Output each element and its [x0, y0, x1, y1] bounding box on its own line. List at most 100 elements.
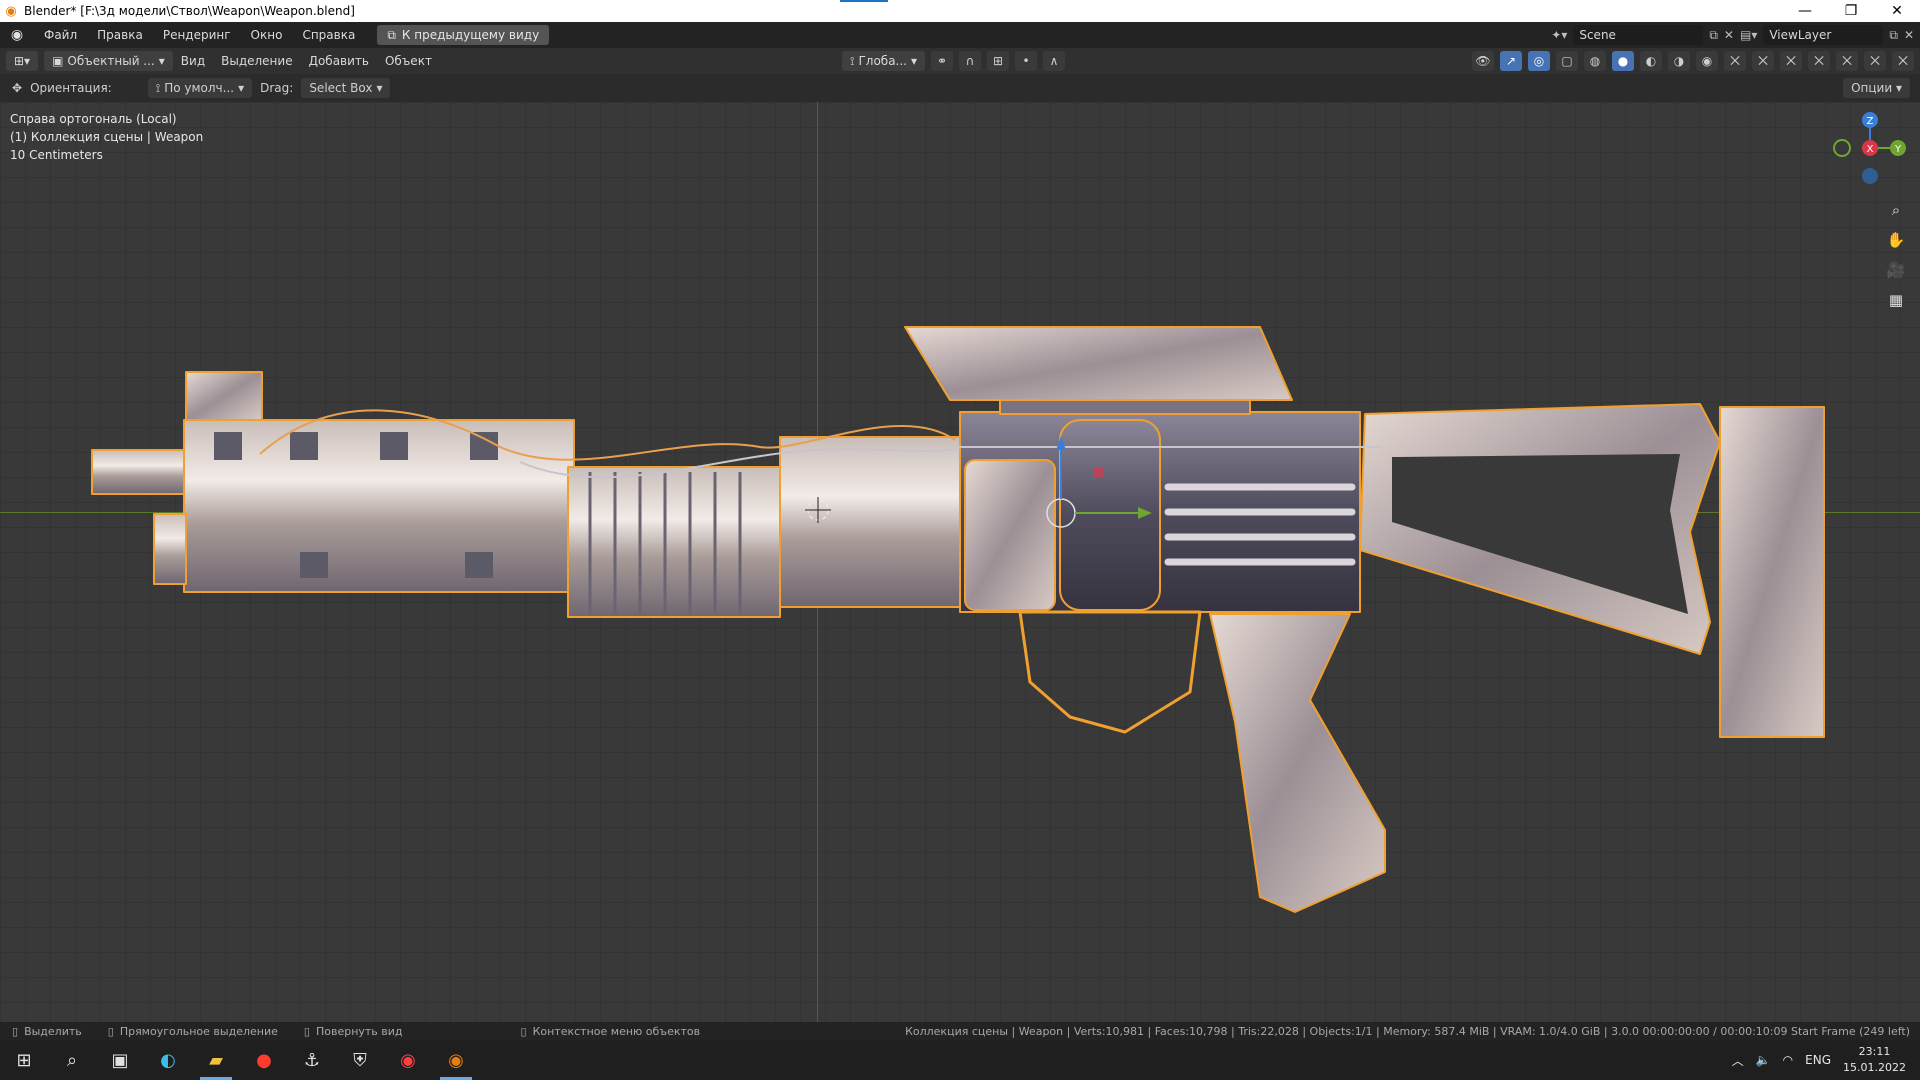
zoom-icon[interactable]: ⌕: [1882, 198, 1910, 222]
snap-target-icon[interactable]: ⊞: [987, 51, 1010, 71]
restrict-icon[interactable]: ⨉: [1752, 51, 1774, 71]
restore-icon[interactable]: ❐: [1828, 0, 1874, 22]
gizmo-toggle-icon[interactable]: ↗: [1500, 51, 1522, 71]
minimize-icon[interactable]: —: [1782, 0, 1828, 22]
menu-edit[interactable]: Правка: [87, 22, 153, 48]
transform-tool-icon[interactable]: ✥: [12, 81, 22, 95]
restrict-icon[interactable]: ⨉: [1836, 51, 1858, 71]
restrict-icon[interactable]: ⨉: [1780, 51, 1802, 71]
falloff-icon[interactable]: ∧: [1043, 51, 1066, 71]
delete-scene-icon[interactable]: ✕: [1724, 28, 1734, 42]
close-icon[interactable]: ✕: [1874, 0, 1920, 22]
volume-icon[interactable]: 🔈: [1756, 1053, 1771, 1067]
status-context: ▯ Контекстное меню объектов: [509, 1025, 701, 1038]
editor-type-dropdown[interactable]: ⊞▾: [6, 51, 39, 71]
task-view-icon[interactable]: ▣: [96, 1040, 144, 1080]
blender-menu-icon[interactable]: ◉: [0, 27, 34, 43]
restrict-icon[interactable]: ⨉: [1808, 51, 1830, 71]
search-icon[interactable]: ⌕: [48, 1040, 96, 1080]
language-indicator[interactable]: ENG: [1805, 1053, 1831, 1067]
back-to-previous-button[interactable]: ⧉ К предыдущему виду: [377, 25, 550, 45]
camera-icon[interactable]: 🎥: [1882, 258, 1910, 282]
clock-time: 23:11: [1858, 1045, 1891, 1058]
menu-help[interactable]: Справка: [292, 22, 365, 48]
blender-logo-icon: ◉: [5, 3, 17, 19]
mode-dropdown[interactable]: ▣ Объектный ... ▾: [44, 51, 173, 71]
gizmo-y-label: Y: [1894, 144, 1902, 155]
delete-viewlayer-icon[interactable]: ✕: [1904, 28, 1914, 42]
pivot-icon[interactable]: ⚭: [931, 51, 954, 71]
overlay-toggle-icon[interactable]: ◎: [1528, 51, 1550, 71]
menu-add[interactable]: Добавить: [301, 54, 377, 68]
new-viewlayer-icon[interactable]: ⧉: [1889, 28, 1898, 43]
scene-statistics: Коллекция сцены | Weapon | Verts:10,981 …: [905, 1024, 1910, 1038]
orientation-axes-icon: ⟟: [850, 53, 855, 68]
viewlayer-name: ViewLayer: [1769, 28, 1832, 42]
ribbed-foregrip: [567, 466, 781, 618]
viewlayer-field[interactable]: ViewLayer: [1763, 25, 1884, 45]
yandex-browser-icon[interactable]: ◉: [384, 1040, 432, 1080]
tray-expand-icon[interactable]: ︿: [1732, 1052, 1744, 1069]
orientation-default-value: По умолч...: [164, 81, 235, 95]
grid-scale: 10 Centimeters: [10, 148, 103, 162]
windows-taskbar: ⊞ ⌕ ▣ ◐ ▰ ● ⚓ ⛨ ◉ ◉ ︿ 🔈 ◠ ENG 23:11 15.0…: [0, 1040, 1920, 1080]
menu-render[interactable]: Рендеринг: [153, 22, 241, 48]
edge-browser-icon[interactable]: ◐: [144, 1040, 192, 1080]
restrict-icon[interactable]: ⨉: [1864, 51, 1886, 71]
blender-taskbar-icon[interactable]: ◉: [432, 1040, 480, 1080]
orientation-dropdown[interactable]: ⟟ Глоба... ▾: [842, 51, 926, 71]
collection-info: (1) Коллекция сцены | Weapon: [10, 130, 204, 144]
drag-dropdown[interactable]: Select Box ▾: [301, 78, 391, 98]
eye-icon[interactable]: ◉: [1696, 51, 1718, 71]
wireframe-shading-icon[interactable]: ◍: [1584, 51, 1606, 71]
new-scene-icon[interactable]: ⧉: [1709, 28, 1718, 43]
rail-mount: [999, 399, 1251, 415]
viewport-display-controls: 👁 ↗ ◎ ▢ ◍ ● ◐ ◑ ◉ ⨉ ⨉ ⨉ ⨉ ⨉ ⨉ ⨉: [1472, 51, 1914, 71]
menu-window[interactable]: Окно: [241, 22, 293, 48]
pan-hand-icon[interactable]: ✋: [1882, 228, 1910, 252]
game-launcher-icon[interactable]: ⚓: [288, 1040, 336, 1080]
restrict-icon[interactable]: ⨉: [1892, 51, 1914, 71]
yandex-icon[interactable]: ●: [240, 1040, 288, 1080]
network-icon[interactable]: ◠: [1783, 1053, 1793, 1067]
gizmo-neg-y-handle[interactable]: [1833, 139, 1851, 157]
orientation-label: Глоба...: [858, 54, 907, 68]
options-dropdown[interactable]: Опции ▾: [1843, 78, 1910, 98]
scene-type-icon[interactable]: ✦▾: [1551, 28, 1567, 42]
muzzle: [91, 449, 188, 495]
gizmo-neg-z-handle[interactable]: [1862, 168, 1878, 184]
game-client-icon[interactable]: ⛨: [336, 1040, 384, 1080]
xray-icon[interactable]: ▢: [1556, 51, 1578, 71]
weapon-model[interactable]: [0, 102, 1920, 1022]
material-shading-icon[interactable]: ◐: [1640, 51, 1662, 71]
status-bar: ▯ Выделить ▯ Прямоугольное выделение ▯ П…: [0, 1022, 1920, 1040]
navigation-gizmo[interactable]: Z Y X: [1830, 108, 1910, 188]
menu-view[interactable]: Вид: [173, 54, 213, 68]
titlebar-accent: [840, 0, 888, 2]
snap-icon[interactable]: ∩: [959, 51, 982, 71]
menu-select[interactable]: Выделение: [213, 54, 300, 68]
rendered-shading-icon[interactable]: ◑: [1668, 51, 1690, 71]
mouse-middle-icon: ▯: [303, 1024, 310, 1038]
restrict-icon[interactable]: ⨉: [1724, 51, 1746, 71]
barrel-shroud: [183, 419, 575, 593]
clock[interactable]: 23:11 15.01.2022: [1843, 1044, 1906, 1076]
visibility-icon[interactable]: 👁: [1472, 51, 1494, 71]
object-mode-icon: ▣: [52, 54, 64, 68]
proportional-edit-icon[interactable]: •: [1015, 51, 1038, 71]
viewport-info: Справа ортогональ (Local) (1) Коллекция …: [10, 110, 203, 164]
scene-controls: ✦▾ Scene ⧉ ✕ ▤▾ ViewLayer ⧉ ✕: [1551, 25, 1914, 45]
orientation-default-dropdown[interactable]: ⟟ По умолч... ▾: [147, 78, 253, 98]
viewlayer-type-icon[interactable]: ▤▾: [1740, 28, 1757, 42]
scene-field[interactable]: Scene: [1573, 25, 1704, 45]
menu-object[interactable]: Объект: [377, 54, 440, 68]
status-box-select: ▯ Прямоугольное выделение: [96, 1025, 278, 1038]
windows-start-icon[interactable]: ⊞: [0, 1040, 48, 1080]
solid-shading-icon[interactable]: ●: [1612, 51, 1634, 71]
menu-file[interactable]: Файл: [34, 22, 87, 48]
grid-toggle-icon[interactable]: ▦: [1882, 288, 1910, 312]
3d-viewport[interactable]: Справа ортогональ (Local) (1) Коллекция …: [0, 102, 1920, 1022]
clock-date: 15.01.2022: [1843, 1061, 1906, 1074]
gizmo-z-label: Z: [1867, 116, 1874, 127]
file-explorer-icon[interactable]: ▰: [192, 1040, 240, 1080]
